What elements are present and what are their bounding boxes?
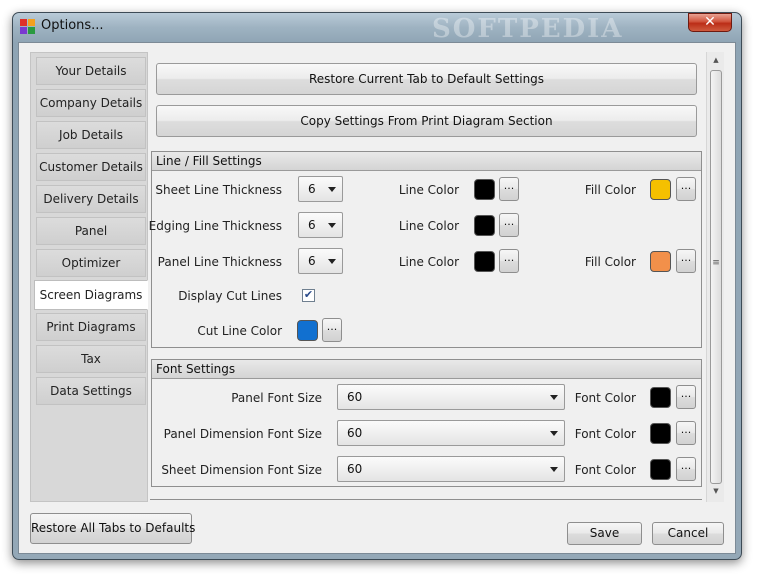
- cut-line-color-button[interactable]: ...: [322, 318, 342, 342]
- panel-line-color-button[interactable]: ...: [499, 249, 519, 273]
- sheet-dimension-font-size-label: Sheet Dimension Font Size: [161, 463, 322, 477]
- chevron-down-icon: [550, 431, 558, 436]
- close-button[interactable]: ✕: [688, 13, 732, 32]
- sidebar: [30, 52, 148, 502]
- panel-dimension-font-color-label: Font Color: [574, 427, 636, 441]
- sidebar-item-optimizer[interactable]: Optimizer: [36, 249, 146, 277]
- sidebar-item-your-details[interactable]: Your Details: [36, 57, 146, 85]
- cut-line-color-label: Cut Line Color: [197, 324, 282, 338]
- font-settings-title: Font Settings: [152, 360, 701, 379]
- watermark: SOFTPEDIA: [432, 14, 624, 44]
- app-icon: [20, 19, 36, 35]
- panel-line-color-label: Line Color: [398, 255, 459, 269]
- edging-line-thickness-select[interactable]: 6: [298, 212, 343, 238]
- sheet-dimension-font-size-value: 60: [347, 462, 363, 476]
- edging-line-thickness-value: 6: [308, 218, 316, 232]
- scroll-thumb[interactable]: ≡: [710, 70, 722, 484]
- panel-line-thickness-label: Panel Line Thickness: [157, 255, 282, 269]
- scroll-up-icon[interactable]: ▲: [707, 56, 725, 64]
- display-cut-lines-label: Display Cut Lines: [178, 289, 282, 303]
- panel-fill-color-label: Fill Color: [584, 255, 636, 269]
- sheet-line-color-label: Line Color: [398, 183, 459, 197]
- sheet-line-thickness-label: Sheet Line Thickness: [155, 183, 282, 197]
- sidebar-item-delivery-details[interactable]: Delivery Details: [36, 185, 146, 213]
- chevron-down-icon: [550, 395, 558, 400]
- scroll-down-icon[interactable]: ▼: [707, 487, 725, 495]
- panel-font-size-label: Panel Font Size: [231, 391, 322, 405]
- sheet-fill-color-button[interactable]: ...: [676, 177, 696, 201]
- panel-dimension-font-size-select[interactable]: 60: [337, 420, 565, 446]
- sheet-fill-color-label: Fill Color: [584, 183, 636, 197]
- edging-line-thickness-label: Edging Line Thickness: [148, 219, 282, 233]
- panel-dimension-font-size-label: Panel Dimension Font Size: [163, 427, 322, 441]
- sheet-line-thickness-select[interactable]: 6: [298, 176, 343, 202]
- panel-dimension-font-color-button[interactable]: ...: [676, 421, 696, 445]
- grip-icon: ≡: [712, 258, 720, 268]
- chevron-down-icon: [328, 187, 336, 192]
- panel-font-color-label: Font Color: [574, 391, 636, 405]
- chevron-down-icon: [328, 223, 336, 228]
- cancel-button[interactable]: Cancel: [652, 522, 724, 545]
- sheet-fill-color-swatch[interactable]: [650, 179, 671, 200]
- sheet-dimension-font-color-swatch[interactable]: [650, 459, 671, 480]
- sheet-line-thickness-value: 6: [308, 182, 316, 196]
- sidebar-item-job-details[interactable]: Job Details: [36, 121, 146, 149]
- panel-font-color-swatch[interactable]: [650, 387, 671, 408]
- panel-fill-color-button[interactable]: ...: [676, 249, 696, 273]
- panel-line-thickness-value: 6: [308, 254, 316, 268]
- save-button[interactable]: Save: [567, 522, 642, 545]
- sidebar-item-panel[interactable]: Panel: [36, 217, 146, 245]
- panel-fill-color-swatch[interactable]: [650, 251, 671, 272]
- panel-dimension-font-size-value: 60: [347, 426, 363, 440]
- restore-all-tabs-button[interactable]: Restore All Tabs to Defaults: [30, 513, 195, 544]
- sidebar-item-tax[interactable]: Tax: [36, 345, 146, 373]
- checkmark-icon: ✔: [303, 288, 314, 301]
- panel-font-color-button[interactable]: ...: [676, 385, 696, 409]
- copy-from-print-button[interactable]: Copy Settings From Print Diagram Section: [156, 105, 697, 137]
- sidebar-item-data-settings[interactable]: Data Settings: [36, 377, 146, 405]
- sheet-dimension-font-size-select[interactable]: 60: [337, 456, 565, 482]
- sidebar-item-company-details[interactable]: Company Details: [36, 89, 146, 117]
- edging-line-color-swatch[interactable]: [474, 215, 495, 236]
- panel-line-color-swatch[interactable]: [474, 251, 495, 272]
- sheet-dimension-font-color-label: Font Color: [574, 463, 636, 477]
- title-bar[interactable]: Options... SOFTPEDIA ✕: [14, 12, 740, 44]
- line-fill-settings-group: Line / Fill Settings: [151, 151, 702, 348]
- vertical-scrollbar[interactable]: ▲ ≡ ▼: [706, 52, 724, 502]
- panel-line-thickness-select[interactable]: 6: [298, 248, 343, 274]
- sheet-line-color-swatch[interactable]: [474, 179, 495, 200]
- window-title: Options...: [41, 18, 104, 33]
- sheet-dimension-font-color-button[interactable]: ...: [676, 457, 696, 481]
- restore-current-tab-button[interactable]: Restore Current Tab to Default Settings: [156, 63, 697, 95]
- sidebar-item-customer-details[interactable]: Customer Details: [36, 153, 146, 181]
- edging-line-color-button[interactable]: ...: [499, 213, 519, 237]
- line-fill-settings-title: Line / Fill Settings: [152, 152, 701, 171]
- chevron-down-icon: [550, 467, 558, 472]
- sheet-line-color-button[interactable]: ...: [499, 177, 519, 201]
- panel-dimension-font-color-swatch[interactable]: [650, 423, 671, 444]
- edging-line-color-label: Line Color: [398, 219, 459, 233]
- next-group-edge: [150, 499, 702, 503]
- chevron-down-icon: [328, 259, 336, 264]
- cut-line-color-swatch[interactable]: [297, 320, 318, 341]
- sidebar-item-print-diagrams[interactable]: Print Diagrams: [36, 313, 146, 341]
- panel-font-size-value: 60: [347, 390, 363, 404]
- sidebar-item-screen-diagrams[interactable]: Screen Diagrams: [34, 280, 148, 310]
- panel-font-size-select[interactable]: 60: [337, 384, 565, 410]
- close-icon: ✕: [704, 14, 716, 30]
- display-cut-lines-checkbox[interactable]: ✔: [302, 289, 315, 302]
